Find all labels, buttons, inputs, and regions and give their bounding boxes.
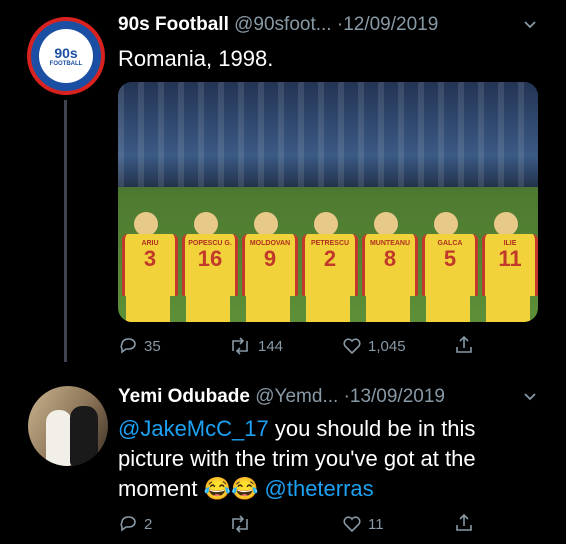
date[interactable]: ·12/09/2019 bbox=[337, 14, 438, 35]
heart-icon bbox=[343, 516, 361, 533]
heart-icon bbox=[343, 338, 361, 355]
player-shirt: ILIE 11 bbox=[482, 234, 538, 296]
avatar-figure-left bbox=[46, 410, 72, 466]
player-figure: ILIE 11 bbox=[480, 212, 538, 322]
player-head bbox=[314, 212, 338, 236]
chevron-down-icon[interactable] bbox=[522, 388, 538, 409]
player-figure: MUNTEANU 8 bbox=[360, 212, 418, 322]
player-number: 8 bbox=[383, 246, 397, 271]
player-head bbox=[374, 212, 398, 236]
share-button[interactable] bbox=[454, 513, 474, 533]
tweet-text: @JakeMcC_17 you should be in this pictur… bbox=[118, 414, 538, 504]
like-button[interactable]: 11 bbox=[342, 514, 384, 534]
tweet2-header: Yemi Odubade @Yemd... ·13/09/2019 bbox=[118, 386, 445, 408]
player-shirt: MOLDOVAN 9 bbox=[242, 234, 298, 296]
player-shirt: GALCA 5 bbox=[422, 234, 478, 296]
reply-count: 2 bbox=[144, 515, 153, 533]
player-head bbox=[194, 212, 218, 236]
retweet-icon bbox=[232, 337, 248, 355]
avatar-90s-football[interactable]: 90s FOOTBALL bbox=[27, 17, 105, 95]
photo-crowd bbox=[118, 82, 538, 187]
player-figure: ARIU 3 bbox=[120, 212, 178, 322]
player-shirt: ARIU 3 bbox=[122, 234, 178, 296]
player-head bbox=[254, 212, 278, 236]
emoji: 😂😂 bbox=[203, 476, 259, 501]
player-number: 5 bbox=[443, 246, 457, 271]
reply-button[interactable]: 2 bbox=[118, 514, 152, 534]
avatar-logo-text: 90s bbox=[54, 45, 78, 61]
avatar-yemi-odubade[interactable] bbox=[28, 386, 108, 466]
retweet-icon bbox=[232, 515, 248, 533]
handle[interactable]: @90sfoot... bbox=[234, 14, 331, 35]
player-shorts bbox=[186, 296, 230, 322]
player-shorts bbox=[426, 296, 470, 322]
player-shorts bbox=[486, 296, 530, 322]
tweet-text: Romania, 1998. bbox=[118, 46, 274, 71]
retweet-count: 144 bbox=[258, 337, 284, 355]
reply-icon bbox=[120, 516, 136, 532]
like-count: 1,045 bbox=[368, 337, 406, 355]
chevron-down-icon[interactable] bbox=[522, 16, 538, 37]
reply-button[interactable]: 35 bbox=[118, 336, 161, 356]
like-count: 11 bbox=[368, 515, 384, 533]
share-icon bbox=[456, 335, 472, 353]
player-figure: PETRESCU 2 bbox=[300, 212, 358, 322]
player-figure: MOLDOVAN 9 bbox=[240, 212, 298, 322]
player-head bbox=[494, 212, 518, 236]
mention-link[interactable]: @JakeMcC_17 bbox=[118, 416, 269, 441]
reply-count: 35 bbox=[144, 337, 161, 355]
handle[interactable]: @Yemd... bbox=[255, 386, 338, 407]
retweet-button[interactable]: 144 bbox=[228, 336, 283, 356]
reply-icon bbox=[120, 338, 136, 354]
player-shorts bbox=[366, 296, 410, 322]
player-figure: POPESCU G. 16 bbox=[180, 212, 238, 322]
date[interactable]: ·13/09/2019 bbox=[344, 386, 445, 407]
player-shorts bbox=[306, 296, 350, 322]
tweet1-header: 90s Football @90sfoot... ·12/09/2019 bbox=[118, 14, 438, 36]
player-shorts bbox=[126, 296, 170, 322]
player-figure: GALCA 5 bbox=[420, 212, 478, 322]
share-icon bbox=[456, 513, 472, 531]
tweet-photo[interactable]: ARIU 3 POPESCU G. 16 MOLDOVAN 9 PETRESCU 2 MUNTE… bbox=[118, 82, 538, 322]
player-head bbox=[134, 212, 158, 236]
player-head bbox=[434, 212, 458, 236]
avatar-logo: 90s FOOTBALL bbox=[39, 29, 93, 83]
player-shorts bbox=[246, 296, 290, 322]
mention-link[interactable]: @theterras bbox=[265, 476, 374, 501]
share-button[interactable] bbox=[454, 335, 474, 355]
thread-line bbox=[64, 100, 67, 362]
display-name[interactable]: 90s Football bbox=[118, 14, 229, 35]
player-shirt: POPESCU G. 16 bbox=[182, 234, 238, 296]
player-number: 3 bbox=[143, 246, 157, 271]
like-button[interactable]: 1,045 bbox=[342, 336, 406, 356]
player-shirt: MUNTEANU 8 bbox=[362, 234, 418, 296]
player-number: 2 bbox=[323, 246, 337, 271]
player-number: 9 bbox=[263, 246, 277, 271]
player-number: 11 bbox=[498, 246, 522, 271]
player-shirt: PETRESCU 2 bbox=[302, 234, 358, 296]
display-name[interactable]: Yemi Odubade bbox=[118, 386, 250, 407]
avatar-logo-subtext: FOOTBALL bbox=[49, 61, 83, 67]
retweet-button[interactable] bbox=[228, 514, 258, 534]
player-number: 16 bbox=[197, 246, 223, 271]
avatar-figure-right bbox=[70, 406, 98, 466]
